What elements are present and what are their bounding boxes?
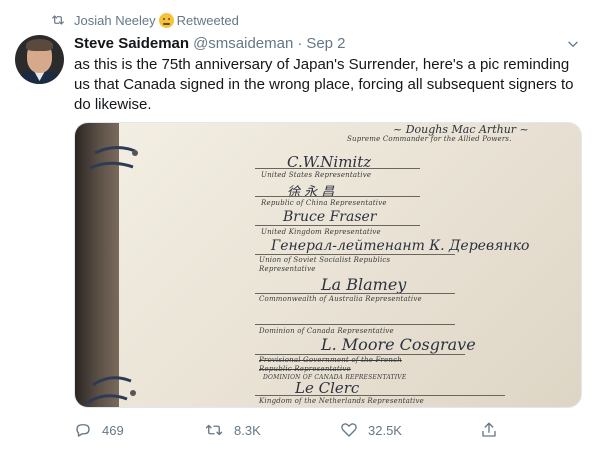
retweeter-name[interactable]: Josiah Neeley [74, 13, 156, 28]
share-icon [482, 422, 496, 437]
share-button[interactable] [480, 418, 508, 442]
doc-line-china: Republic of China Representative [261, 199, 387, 207]
doc-line-netherlands: Kingdom of the Netherlands Representativ… [259, 397, 424, 405]
doc-line-ussr-rep: Representative [259, 265, 316, 273]
like-count: 32.5K [368, 422, 402, 438]
retweet-icon [205, 424, 223, 436]
tweet-header: Steve Saideman @smsaideman · Sep 2 [74, 33, 346, 53]
doc-line-ussr: Union of Soviet Socialist Republics [259, 256, 391, 264]
doc-line-us: United States Representative [261, 171, 372, 179]
tweet-text: as this is the 75th anniversary of Japan… [74, 56, 574, 113]
reply-icon [76, 424, 90, 437]
signature-ussr: Генерал-лейтенант К. Деревянко [271, 238, 530, 254]
doc-line-supreme-commander: Supreme Commander for the Allied Powers. [347, 135, 512, 143]
chevron-down-icon[interactable] [564, 35, 582, 53]
avatar[interactable] [15, 35, 64, 84]
signature-china: 徐 永 昌 [287, 185, 335, 200]
signature-uk: Bruce Fraser [283, 209, 377, 225]
tweet-actions: 469 8.3K 32.5K [74, 418, 504, 442]
like-button[interactable]: 32.5K [340, 418, 402, 442]
reply-button[interactable]: 469 [74, 418, 124, 442]
tweet-date[interactable]: Sep 2 [306, 35, 345, 52]
retweeted-label: Retweeted [176, 12, 239, 28]
retweet-count: 8.3K [234, 422, 261, 438]
separator-dot: · [297, 34, 303, 52]
signature-canada: L. Moore Cosgrave [321, 335, 476, 354]
reply-count: 469 [102, 422, 124, 438]
retweet-button[interactable]: 8.3K [204, 418, 261, 442]
doc-line-canada: Dominion of Canada Representative [259, 327, 394, 335]
tweet-photo[interactable]: ~ Doughs Mac Arthur ~ Supreme Commander … [74, 122, 582, 408]
doc-line-france-rep: Republic Representative [259, 365, 351, 373]
retweet-context: Josiah Neeley Retweeted [50, 11, 239, 29]
retweet-icon [50, 12, 66, 28]
doc-line-uk: United Kingdom Representative [261, 228, 381, 236]
doc-line-france: Provisional Government of the French [259, 356, 402, 364]
signature-australia: La Blamey [321, 275, 407, 294]
author-name[interactable]: Steve Saideman [74, 35, 189, 52]
doc-line-australia: Commonwealth of Australia Representative [259, 295, 422, 303]
heart-icon [341, 423, 357, 437]
thinking-emoji-icon [158, 12, 174, 28]
author-handle[interactable]: @smsaideman [193, 35, 293, 52]
